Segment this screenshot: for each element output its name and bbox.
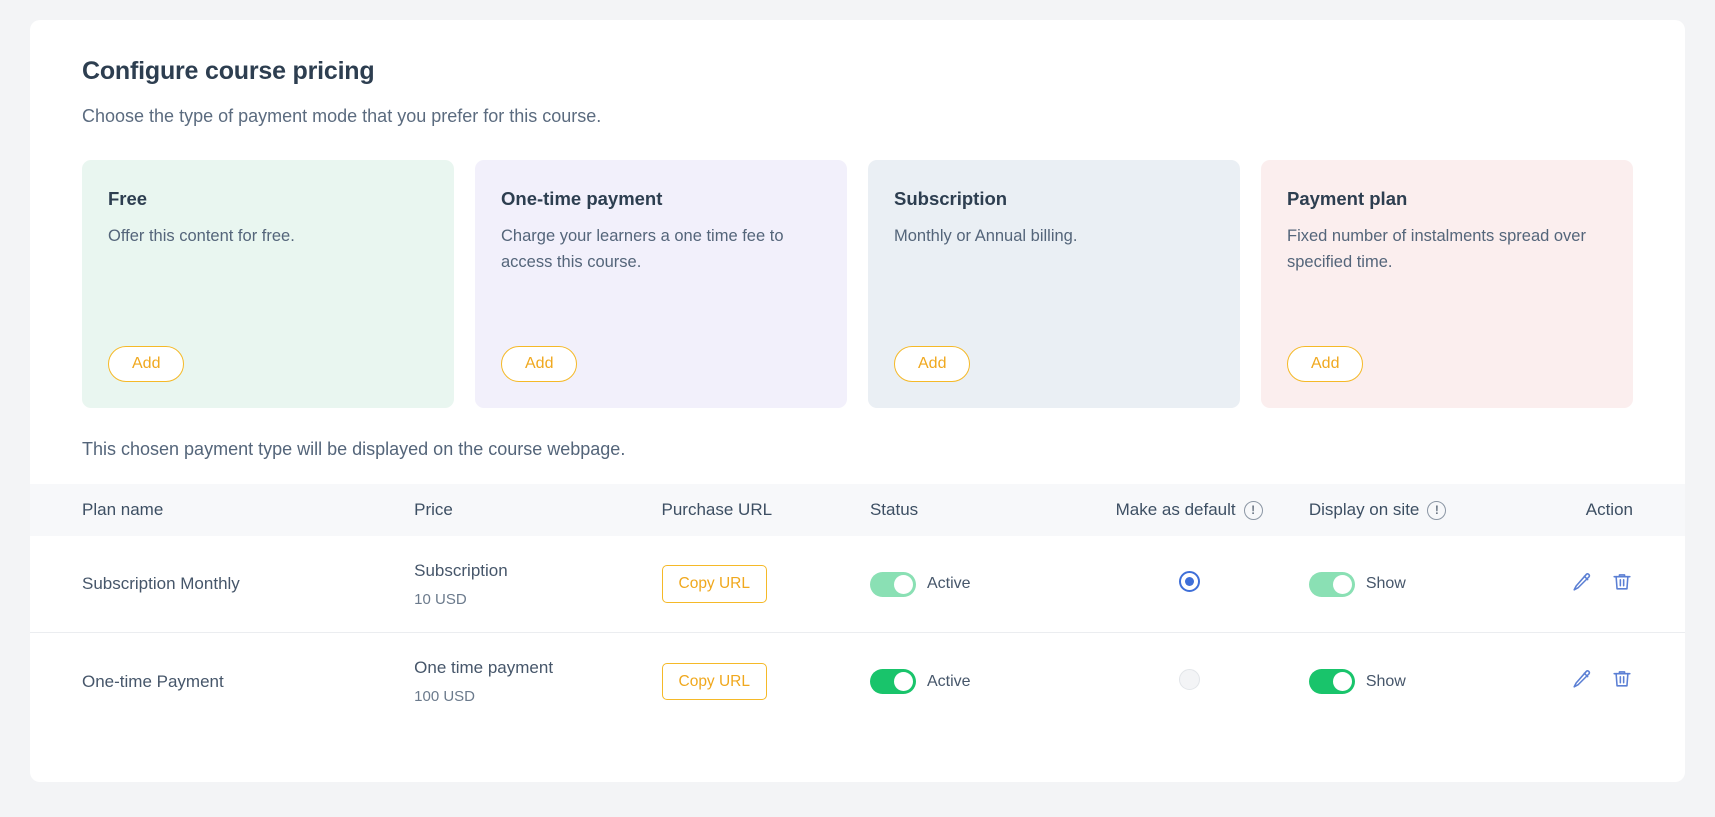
page-subtitle: Choose the type of payment mode that you… — [82, 106, 602, 126]
pricing-note: This chosen payment type will be display… — [82, 439, 626, 459]
info-icon[interactable]: ! — [1243, 500, 1263, 520]
column-header-label: Make as default — [1115, 500, 1236, 519]
delete-icon[interactable] — [1611, 571, 1633, 593]
edit-icon[interactable] — [1571, 668, 1593, 690]
payment-mode-card-free[interactable]: Free Offer this content for free. Add — [82, 160, 454, 408]
page-title: Configure course pricing — [82, 57, 375, 85]
table-row: One-time Payment One time payment 100 US… — [30, 633, 1685, 730]
display-toggle-group: Show — [1308, 669, 1523, 694]
payment-mode-card-one-time-payment[interactable]: One-time payment Charge your learners a … — [475, 160, 847, 408]
column-header-plan-name: Plan name — [82, 500, 164, 519]
row-actions — [1571, 571, 1633, 593]
row-actions — [1571, 668, 1633, 690]
column-header-purchase-url: Purchase URL — [661, 500, 773, 519]
column-header-make-as-default: Make as default ! — [1069, 500, 1308, 520]
card-description: Charge your learners a one time fee to a… — [501, 227, 784, 271]
display-label: Show — [1365, 672, 1406, 690]
status-toggle[interactable] — [869, 669, 916, 694]
display-toggle-group: Show — [1308, 571, 1523, 597]
column-header-display-on-site: Display on site ! — [1309, 500, 1523, 520]
add-one-time-payment-button[interactable]: Add — [501, 346, 578, 382]
payment-mode-cards: Free Offer this content for free. Add On… — [82, 160, 1633, 408]
edit-icon[interactable] — [1571, 571, 1593, 593]
card-description: Fixed number of instalments spread over … — [1287, 227, 1586, 271]
payment-mode-card-payment-plan[interactable]: Payment plan Fixed number of instalments… — [1261, 160, 1633, 408]
card-title: One-time payment — [501, 188, 663, 209]
status-label: Active — [926, 672, 971, 690]
column-header-price: Price — [414, 500, 453, 519]
copy-url-button[interactable]: Copy URL — [661, 662, 767, 701]
make-default-radio[interactable] — [1178, 668, 1200, 690]
panel-header: Configure course pricing Choose the type… — [30, 20, 1685, 460]
table-row: Subscription Monthly Subscription 10 USD… — [30, 536, 1685, 633]
add-payment-plan-button[interactable]: Add — [1287, 346, 1364, 382]
table-header-row: Plan name Price Purchase URL Status Make… — [30, 484, 1685, 536]
column-header-label: Display on site — [1308, 500, 1420, 519]
cell-price-type: One time payment — [414, 658, 554, 677]
toggle-knob — [893, 672, 913, 691]
cell-plan-name: One-time Payment — [82, 671, 224, 691]
add-free-button[interactable]: Add — [108, 346, 185, 382]
page-root: Configure course pricing Choose the type… — [0, 0, 1715, 817]
card-title: Subscription — [894, 188, 1008, 209]
pricing-panel: Configure course pricing Choose the type… — [30, 20, 1685, 782]
card-description: Offer this content for free. — [108, 227, 295, 245]
copy-url-button[interactable]: Copy URL — [661, 565, 767, 603]
info-icon[interactable]: ! — [1427, 500, 1447, 520]
display-toggle[interactable] — [1308, 669, 1355, 694]
cell-price-amount: 10 USD — [414, 590, 467, 608]
pricing-plans-table: Plan name Price Purchase URL Status Make… — [30, 484, 1685, 730]
column-header-action: Action — [1585, 500, 1633, 519]
payment-mode-card-subscription[interactable]: Subscription Monthly or Annual billing. … — [868, 160, 1240, 408]
delete-icon[interactable] — [1611, 668, 1633, 690]
display-label: Show — [1365, 575, 1406, 592]
card-title: Payment plan — [1287, 188, 1408, 209]
cell-price-type: Subscription — [414, 560, 508, 580]
status-toggle-group: Active — [869, 571, 1069, 597]
cell-plan-name: Subscription Monthly — [82, 574, 240, 593]
card-title: Free — [108, 188, 148, 209]
card-description: Monthly or Annual billing. — [894, 227, 1078, 245]
toggle-knob — [1332, 672, 1352, 691]
status-toggle[interactable] — [869, 571, 916, 597]
display-toggle[interactable] — [1308, 571, 1355, 597]
make-default-radio[interactable] — [1178, 571, 1200, 592]
toggle-knob — [893, 574, 913, 594]
add-subscription-button[interactable]: Add — [894, 346, 971, 382]
status-toggle-group: Active — [869, 669, 1069, 694]
cell-price-amount: 100 USD — [414, 688, 476, 705]
toggle-knob — [1332, 574, 1352, 594]
status-label: Active — [926, 575, 971, 592]
column-header-status: Status — [869, 500, 919, 519]
